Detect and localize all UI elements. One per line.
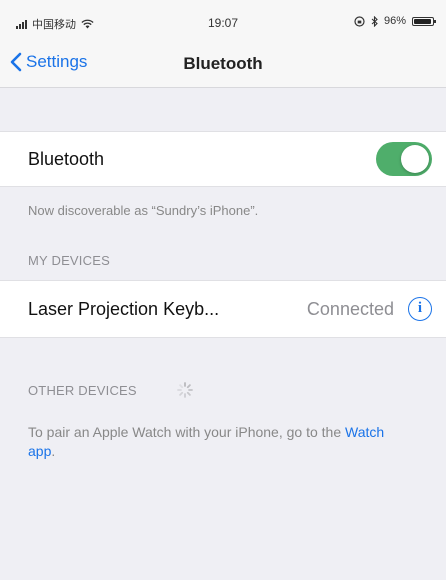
bluetooth-icon (371, 15, 378, 27)
navigation-bar: Settings Bluetooth (0, 44, 446, 88)
device-row[interactable]: Laser Projection Keyb... Connected i (0, 281, 446, 337)
bluetooth-row: Bluetooth (0, 131, 446, 187)
bluetooth-toggle[interactable] (376, 142, 432, 176)
loading-spinner-icon (177, 382, 193, 398)
device-status: Connected (306, 299, 394, 319)
battery-percent: 96% (383, 15, 406, 27)
back-button[interactable]: Settings (10, 52, 87, 72)
discoverable-note: Now discoverable as “Sundry’s iPhone”. (28, 203, 259, 218)
pair-note-end: . (51, 443, 56, 459)
bluetooth-label: Bluetooth (28, 149, 105, 169)
pair-watch-note: To pair an Apple Watch with your iPhone,… (28, 423, 408, 461)
status-right: 96% (354, 15, 436, 27)
rotation-lock-icon (354, 15, 365, 27)
chevron-left-icon (10, 52, 22, 72)
device-name: Laser Projection Keyb... (28, 299, 220, 319)
other-devices-header: OTHER DEVICES (28, 383, 137, 398)
pair-note-text: To pair an Apple Watch with your iPhone,… (28, 424, 346, 440)
info-icon[interactable]: i (408, 297, 432, 321)
my-devices-header: MY DEVICES (28, 253, 110, 268)
my-devices-list: Laser Projection Keyb... Connected i (0, 280, 446, 338)
toggle-knob (401, 145, 429, 173)
battery-level (414, 18, 431, 24)
back-button-label: Settings (26, 52, 88, 71)
status-bar: 中国移动 19:07 96% (0, 0, 446, 44)
battery-icon (412, 16, 436, 26)
